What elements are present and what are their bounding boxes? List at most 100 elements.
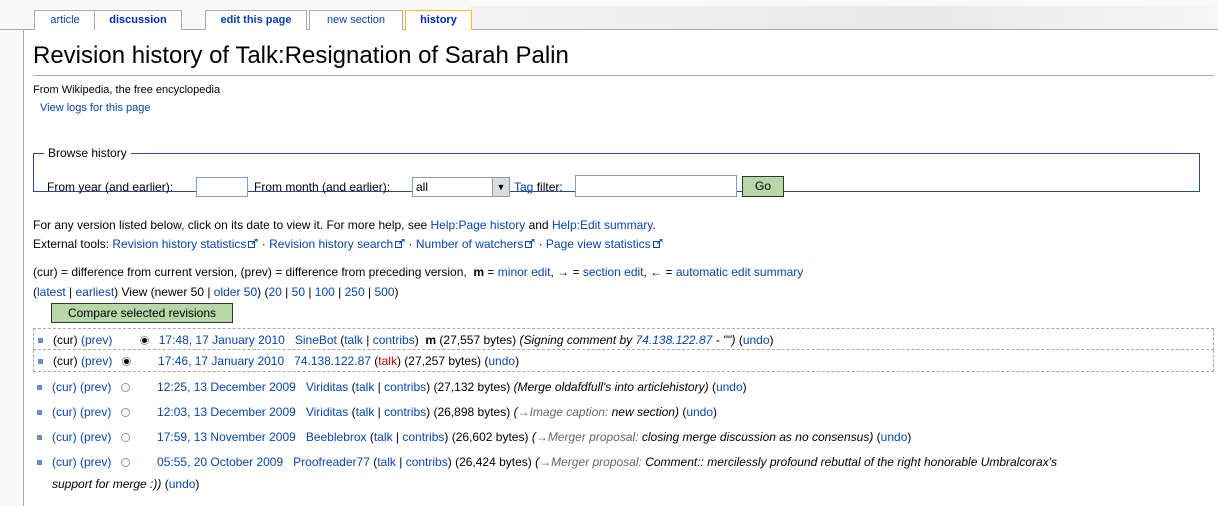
user-talk-link[interactable]: talk bbox=[344, 333, 363, 347]
older-50-link[interactable]: older 50 bbox=[214, 285, 257, 299]
from-month-select[interactable]: all ▼ bbox=[412, 177, 510, 197]
site-subtitle: From Wikipedia, the free encyclopedia bbox=[33, 84, 221, 96]
tab-edit-this-page[interactable]: edit this page bbox=[205, 10, 307, 30]
undo-link[interactable]: undo bbox=[716, 380, 743, 394]
limit-20-link[interactable]: 20 bbox=[268, 285, 281, 299]
browse-history-legend: Browse history bbox=[48, 146, 127, 160]
help-page-history-link[interactable]: Help:Page history bbox=[431, 218, 526, 232]
user-contribs-link[interactable]: contribs bbox=[373, 333, 415, 347]
bullet-icon bbox=[37, 385, 42, 390]
revision-date-link[interactable]: 17:48, 17 January 2010 bbox=[159, 333, 285, 347]
user-link[interactable]: Beeblebrox bbox=[306, 430, 367, 444]
tool-revision-history-search[interactable]: Revision history search bbox=[269, 237, 393, 251]
tool-revision-history-statistics[interactable]: Revision history statistics bbox=[112, 237, 246, 251]
user-link[interactable]: Proofreader77 bbox=[293, 455, 370, 469]
from-month-label: From month (and earlier): bbox=[254, 180, 391, 194]
from-year-label: From year (and earlier): bbox=[47, 180, 174, 194]
user-contribs-link[interactable]: contribs bbox=[384, 405, 426, 419]
tag-filter-label: filter: bbox=[533, 180, 563, 194]
user-contribs-link[interactable]: contribs bbox=[406, 455, 448, 469]
user-talk-link[interactable]: talk bbox=[356, 380, 375, 394]
undo-link[interactable]: undo bbox=[743, 333, 770, 347]
edit-summary: (→Merger proposal: closing merge discuss… bbox=[531, 430, 874, 444]
edit-summary: (Merge oldafdfull's into articlehistory) bbox=[513, 380, 709, 394]
earliest-link[interactable]: earliest bbox=[75, 285, 114, 299]
diff-radio-older[interactable] bbox=[120, 458, 130, 467]
automatic-edit-summary-link[interactable]: automatic edit summary bbox=[676, 265, 803, 279]
prev-link[interactable]: (prev) bbox=[80, 430, 111, 444]
cur-label: (cur) bbox=[53, 333, 78, 347]
legend-text-1: (cur) = difference from current version,… bbox=[33, 265, 467, 279]
revision-date-link[interactable]: 12:25, 13 December 2009 bbox=[157, 380, 296, 394]
user-link[interactable]: 74.138.122.87 bbox=[294, 354, 371, 368]
tool-page-view-statistics[interactable]: Page view statistics bbox=[546, 237, 651, 251]
user-talk-link[interactable]: talk bbox=[377, 455, 396, 469]
help-edit-summary-link[interactable]: Help:Edit summary bbox=[552, 218, 652, 232]
diff-radio-older[interactable] bbox=[120, 433, 130, 442]
pagination: (latest | earliest) View (newer 50 | old… bbox=[33, 285, 399, 299]
user-talk-link[interactable]: talk bbox=[356, 405, 375, 419]
revision-size: (26,424 bytes) bbox=[455, 455, 532, 469]
diff-radio-older[interactable] bbox=[120, 383, 130, 392]
user-link[interactable]: SineBot bbox=[295, 333, 337, 347]
chevron-down-icon[interactable]: ▼ bbox=[492, 178, 509, 196]
tab-discussion[interactable]: discussion bbox=[94, 10, 182, 30]
diff-radio-newer[interactable] bbox=[139, 336, 149, 345]
user-link[interactable]: Viriditas bbox=[306, 405, 348, 419]
revision-date-link[interactable]: 17:59, 13 November 2009 bbox=[157, 430, 296, 444]
limit-100-link[interactable]: 100 bbox=[315, 285, 335, 299]
from-year-input[interactable] bbox=[196, 177, 248, 197]
limit-500-link[interactable]: 500 bbox=[374, 285, 394, 299]
legend-text-3: , ← = bbox=[643, 265, 676, 279]
prev-link[interactable]: (prev) bbox=[81, 333, 112, 347]
revision-date-link[interactable]: 17:46, 17 January 2010 bbox=[158, 354, 284, 368]
prev-link[interactable]: (prev) bbox=[80, 405, 111, 419]
compare-selected-revisions-button[interactable]: Compare selected revisions bbox=[51, 303, 233, 323]
tab-new-section[interactable]: new section bbox=[309, 10, 403, 30]
user-talk-link[interactable]: talk bbox=[374, 430, 393, 444]
external-link-icon bbox=[248, 239, 258, 248]
undo-link[interactable]: undo bbox=[488, 354, 515, 368]
cur-link[interactable]: (cur) bbox=[52, 405, 77, 419]
limit-250-link[interactable]: 250 bbox=[345, 285, 365, 299]
cur-link[interactable]: (cur) bbox=[52, 455, 77, 469]
history-row: (cur) (prev) 17:46, 17 January 2010 74.1… bbox=[33, 350, 1214, 372]
tab-history[interactable]: history bbox=[405, 10, 472, 31]
tag-link[interactable]: Tag bbox=[514, 180, 533, 194]
row-continuation: support for merge :)) (undo) bbox=[52, 477, 200, 491]
nav-close-paren: ) ( bbox=[257, 285, 269, 299]
cur-link[interactable]: (cur) bbox=[52, 380, 77, 394]
user-contribs-link[interactable]: contribs bbox=[402, 430, 444, 444]
user-contribs-link[interactable]: contribs bbox=[384, 380, 426, 394]
section-edit-link[interactable]: section edit bbox=[583, 265, 644, 279]
tag-filter-input[interactable] bbox=[575, 175, 737, 197]
section-link[interactable]: →Image caption: bbox=[518, 405, 609, 419]
latest-link[interactable]: latest bbox=[37, 285, 66, 299]
revision-date-link[interactable]: 05:55, 20 October 2009 bbox=[157, 455, 283, 469]
cur-link[interactable]: (cur) bbox=[52, 430, 77, 444]
summary-ip-link[interactable]: 74.138.122.87 bbox=[636, 333, 713, 347]
undo-link[interactable]: undo bbox=[169, 477, 196, 491]
go-button[interactable]: Go bbox=[742, 176, 784, 197]
view-logs-link[interactable]: View logs for this page bbox=[40, 102, 150, 114]
tab-article[interactable]: article bbox=[34, 10, 96, 30]
prev-link[interactable]: (prev) bbox=[81, 354, 112, 368]
revision-date-link[interactable]: 12:03, 13 December 2009 bbox=[157, 405, 296, 419]
prev-link[interactable]: (prev) bbox=[80, 455, 111, 469]
section-link[interactable]: →Merger proposal: bbox=[536, 430, 639, 444]
diff-legend: (cur) = difference from current version,… bbox=[33, 265, 803, 279]
user-talk-link[interactable]: talk bbox=[378, 354, 397, 368]
minor-edit-link[interactable]: minor edit bbox=[498, 265, 551, 279]
undo-link[interactable]: undo bbox=[686, 405, 713, 419]
user-link[interactable]: Viriditas bbox=[306, 380, 348, 394]
section-link[interactable]: →Merger proposal: bbox=[539, 455, 642, 469]
limit-50-link[interactable]: 50 bbox=[292, 285, 305, 299]
tab-bar-fade bbox=[470, 6, 1218, 29]
separator-dot: · bbox=[538, 237, 543, 251]
prev-link[interactable]: (prev) bbox=[80, 380, 111, 394]
undo-link[interactable]: undo bbox=[881, 430, 908, 444]
diff-radio-older[interactable] bbox=[120, 408, 130, 417]
diff-radio-older[interactable] bbox=[121, 357, 131, 366]
tool-number-of-watchers[interactable]: Number of watchers bbox=[416, 237, 523, 251]
edit-summary-text: Comment:: mercilessly profound rebuttal … bbox=[641, 455, 1058, 469]
